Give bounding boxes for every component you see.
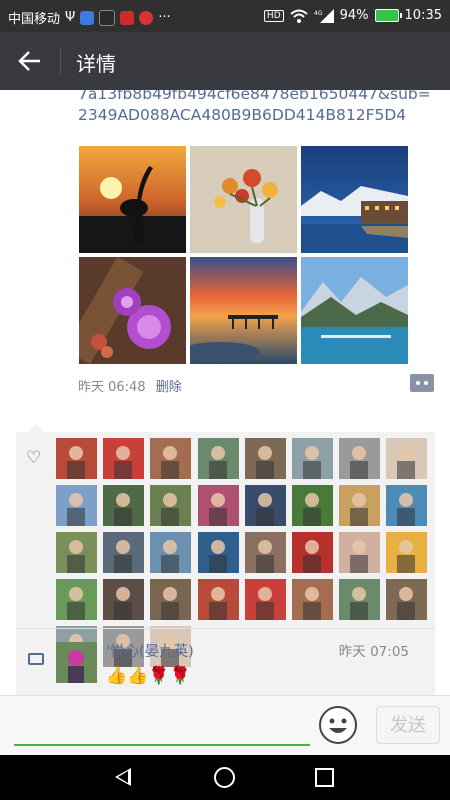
more-notifications-icon: ··· [158,10,171,25]
post-link[interactable]: 7a13fb8b49fb494cf6e8478eb1650447&sub=234… [78,90,438,126]
status-bar: 中国移动 Ψ ··· HD 4G 94% 10:35 [0,0,450,32]
status-right: HD 4G 94% 10:35 [263,8,442,23]
photo-mountain-lake[interactable] [301,257,408,364]
post-meta: 昨天 06:48 删除 [78,376,182,395]
like-avatar[interactable] [292,485,333,526]
comment-input[interactable] [14,744,310,746]
hd-badge: HD [263,9,284,22]
usb-icon: Ψ [65,10,76,25]
like-avatar[interactable] [56,532,97,573]
like-avatar[interactable] [56,485,97,526]
like-avatar[interactable] [150,485,192,526]
video-app-icon [120,10,135,25]
heart-icon: ♡ [26,448,42,468]
signal-icon: 4G [314,8,334,23]
like-avatar[interactable] [103,532,145,573]
like-avatar[interactable] [150,438,192,479]
like-avatar[interactable] [150,579,192,620]
like-avatar[interactable] [103,438,145,479]
like-avatar[interactable] [244,485,286,526]
like-avatar[interactable] [150,532,192,573]
clock: 10:35 [404,8,442,23]
comment-input-bar: 发送 [0,695,450,756]
comment-text: 👍👍🌹🌹 [106,666,191,686]
battery-icon [374,9,402,22]
wifi-icon [289,9,308,23]
arrow-left-icon [18,51,40,71]
like-avatar[interactable] [197,532,239,573]
photo-sunset-bird[interactable] [79,146,186,253]
like-avatar[interactable] [244,532,286,573]
like-avatar[interactable] [244,579,286,620]
like-avatar[interactable] [197,579,239,620]
dot-icon [416,381,420,385]
system-nav-bar [0,755,450,800]
panel-pointer [28,424,44,432]
page-title: 详情 [76,52,116,76]
delete-link[interactable]: 删除 [156,380,182,395]
photo-purple-flowers[interactable] [79,257,186,364]
comment-avatar[interactable] [56,642,97,683]
title-divider [60,48,61,74]
like-avatar[interactable] [56,579,97,620]
like-avatar[interactable] [386,532,428,573]
network-type: 4G [314,10,323,17]
photo-night-canal[interactable] [301,146,408,253]
photo-sunset-sea[interactable] [190,257,297,364]
back-button[interactable] [14,46,46,76]
like-avatar[interactable] [386,485,428,526]
more-actions-button[interactable] [410,374,434,392]
smiley-icon[interactable] [318,705,358,745]
title-bar: 详情 [0,32,450,90]
telegram-icon [99,9,116,26]
battery-percent: 94% [339,8,369,23]
like-avatar[interactable] [339,532,381,573]
comment-time: 昨天 07:05 [338,644,409,660]
dot-icon [424,381,428,385]
status-left: 中国移动 Ψ ··· [8,8,171,27]
like-avatar[interactable] [103,579,145,620]
like-avatar[interactable] [339,579,381,620]
like-avatar[interactable] [244,438,286,479]
like-avatar[interactable] [56,438,97,479]
panel-divider [16,628,435,629]
like-avatar[interactable] [386,438,428,479]
carrier-name: 中国移动 [8,12,61,27]
photo-roses-vase[interactable] [190,146,297,253]
like-avatar[interactable] [292,438,333,479]
app-notification-icon [80,10,95,25]
triangle-back-icon[interactable] [115,768,131,786]
like-avatar[interactable] [197,438,239,479]
comment-author[interactable]: '悦心(晏九英) [106,640,194,661]
square-recent-icon[interactable] [315,768,334,787]
likes-comments-panel: ♡ '悦心(晏九英) 昨天 07:05 👍👍🌹🌹 [16,432,435,695]
like-avatar[interactable] [386,579,428,620]
like-avatar[interactable] [292,532,333,573]
comment-icon [28,653,44,665]
send-button[interactable]: 发送 [376,706,440,744]
circle-home-icon[interactable] [214,767,235,788]
like-avatar[interactable] [339,438,381,479]
post-detail[interactable]: 7a13fb8b49fb494cf6e8478eb1650447&sub=234… [0,90,450,695]
like-avatar[interactable] [197,485,239,526]
post-time: 昨天 06:48 [78,380,146,395]
weibo-icon [139,10,154,25]
like-avatar[interactable] [292,579,333,620]
like-avatar[interactable] [339,485,381,526]
like-avatar[interactable] [103,485,145,526]
